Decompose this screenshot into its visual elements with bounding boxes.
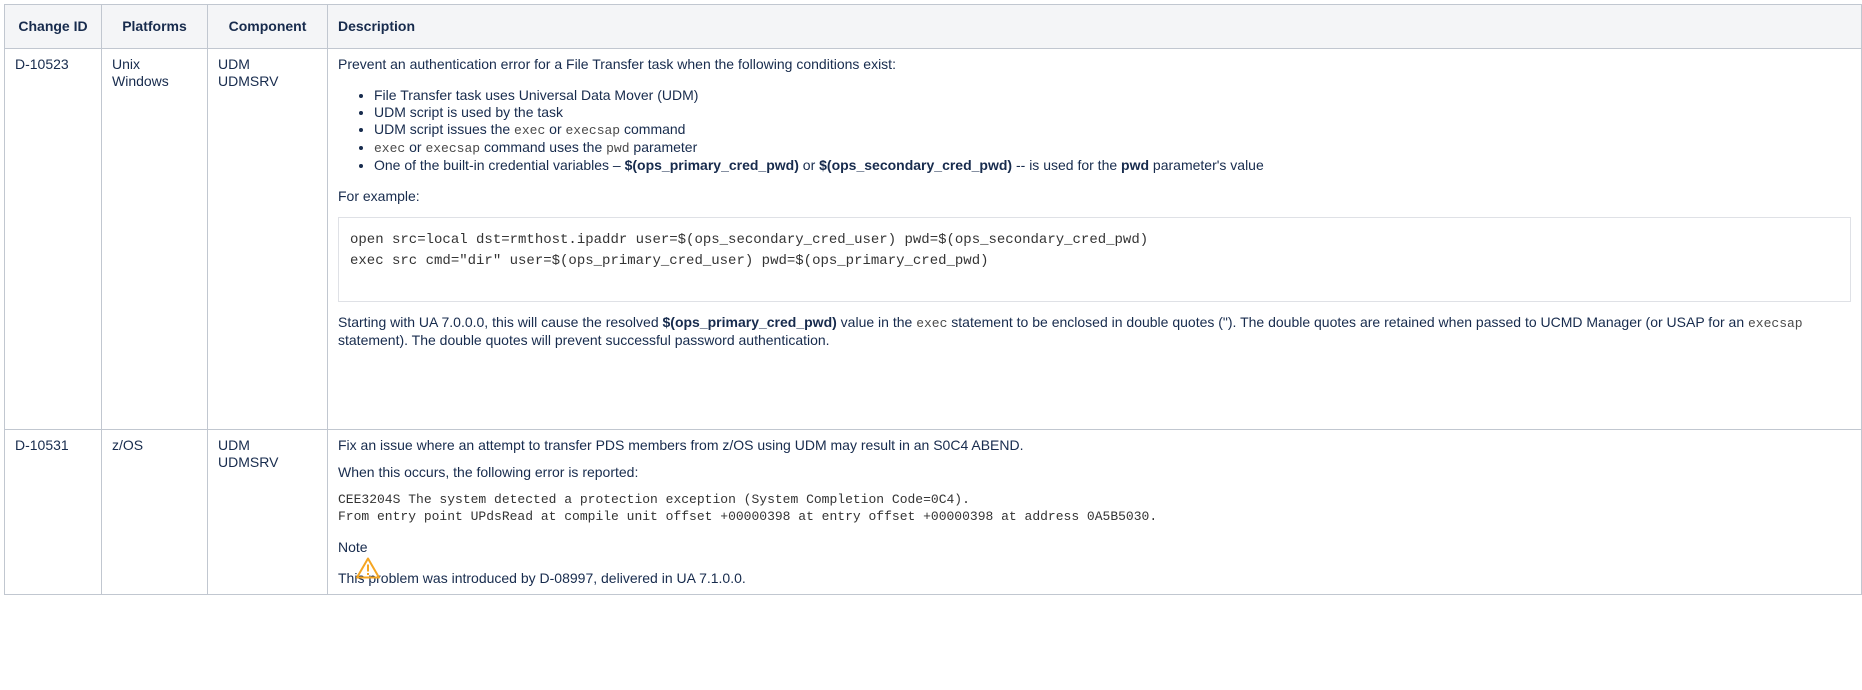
description-cell: Prevent an authentication error for a Fi… xyxy=(327,48,1862,430)
text-fragment: -- is used for the xyxy=(1012,157,1122,173)
changes-table: Change ID Platforms Component Descriptio… xyxy=(4,4,1862,595)
text-fragment: or xyxy=(405,139,426,155)
platform-item: Windows xyxy=(112,73,169,89)
header-description: Description xyxy=(327,4,1862,49)
conditions-list: File Transfer task uses Universal Data M… xyxy=(338,87,1851,174)
description-outro: Starting with UA 7.0.0.0, this will caus… xyxy=(338,314,1851,349)
error-line: From entry point UPdsRead at compile uni… xyxy=(338,509,1158,524)
bold-variable: $(ops_primary_cred_pwd) xyxy=(624,157,799,173)
example-label: For example: xyxy=(338,188,420,204)
text-fragment: statement). The double quotes will preve… xyxy=(338,332,830,348)
text-fragment: parameter's value xyxy=(1149,157,1264,173)
table-row: D-10531 z/OS UDM UDMSRV Fix an issue whe… xyxy=(4,429,1862,595)
code-block: open src=local dst=rmthost.ipaddr user=$… xyxy=(338,217,1851,302)
platforms-cell: z/OS xyxy=(101,429,208,595)
text-fragment: UDM script issues the xyxy=(374,121,515,137)
component-item: UDMSRV xyxy=(218,454,279,470)
list-item: File Transfer task uses Universal Data M… xyxy=(374,87,1851,104)
text-fragment: Starting with UA 7.0.0.0, this will caus… xyxy=(338,314,663,330)
code-line: exec src cmd="dir" user=$(ops_primary_cr… xyxy=(350,253,989,269)
change-id-cell: D-10523 xyxy=(4,48,102,430)
note-panel: Note This problem was introduced by D-08… xyxy=(338,539,1851,587)
platform-item: Unix xyxy=(112,56,141,72)
inline-code: execsap xyxy=(425,141,481,156)
note-title: Note xyxy=(338,539,368,555)
inline-code: exec xyxy=(514,123,546,138)
list-item: One of the built-in credential variables… xyxy=(374,157,1851,174)
inline-code: pwd xyxy=(606,141,630,156)
description-intro: Prevent an authentication error for a Fi… xyxy=(338,56,896,72)
text-fragment: or xyxy=(798,157,820,173)
text-fragment: One of the built-in credential variables… xyxy=(374,157,625,173)
text-fragment: command xyxy=(620,121,686,137)
header-component: Component xyxy=(207,4,328,49)
list-item: UDM script is used by the task xyxy=(374,104,1851,121)
note-text: This problem was introduced by D-08997, … xyxy=(338,570,746,586)
component-cell: UDM UDMSRV xyxy=(207,429,328,595)
bold-term: pwd xyxy=(1121,157,1150,173)
error-line: CEE3204S The system detected a protectio… xyxy=(338,492,970,507)
list-item: UDM script issues the exec or execsap co… xyxy=(374,121,1851,139)
inline-code: execsap xyxy=(1748,316,1803,331)
bold-variable: $(ops_secondary_cred_pwd) xyxy=(819,157,1013,173)
header-platforms: Platforms xyxy=(101,4,208,49)
error-intro: When this occurs, the following error is… xyxy=(338,464,639,480)
text-fragment: command uses the xyxy=(480,139,607,155)
error-output: CEE3204S The system detected a protectio… xyxy=(338,491,1851,525)
table-row: D-10523 Unix Windows UDM UDMSRV Prevent … xyxy=(4,48,1862,430)
inline-code: exec xyxy=(374,141,406,156)
description-intro: Fix an issue where an attempt to transfe… xyxy=(338,437,1024,453)
inline-code: execsap xyxy=(565,123,621,138)
inline-code: exec xyxy=(916,316,948,331)
platform-item: z/OS xyxy=(112,437,144,453)
text-fragment: parameter xyxy=(629,139,698,155)
component-cell: UDM UDMSRV xyxy=(207,48,328,430)
text-fragment: value in the xyxy=(836,314,917,330)
platforms-cell: Unix Windows xyxy=(101,48,208,430)
component-item: UDM xyxy=(218,437,250,453)
change-id-cell: D-10531 xyxy=(4,429,102,595)
description-cell: Fix an issue where an attempt to transfe… xyxy=(327,429,1862,595)
warning-icon xyxy=(356,557,380,579)
text-fragment: statement to be enclosed in double quote… xyxy=(947,314,1748,330)
code-line: open src=local dst=rmthost.ipaddr user=$… xyxy=(350,232,1149,248)
component-item: UDMSRV xyxy=(218,73,279,89)
bold-variable: $(ops_primary_cred_pwd) xyxy=(662,314,837,330)
list-item: exec or execsap command uses the pwd par… xyxy=(374,139,1851,157)
header-row: Change ID Platforms Component Descriptio… xyxy=(4,4,1862,49)
header-change-id: Change ID xyxy=(4,4,102,49)
text-fragment: or xyxy=(545,121,566,137)
component-item: UDM xyxy=(218,56,250,72)
